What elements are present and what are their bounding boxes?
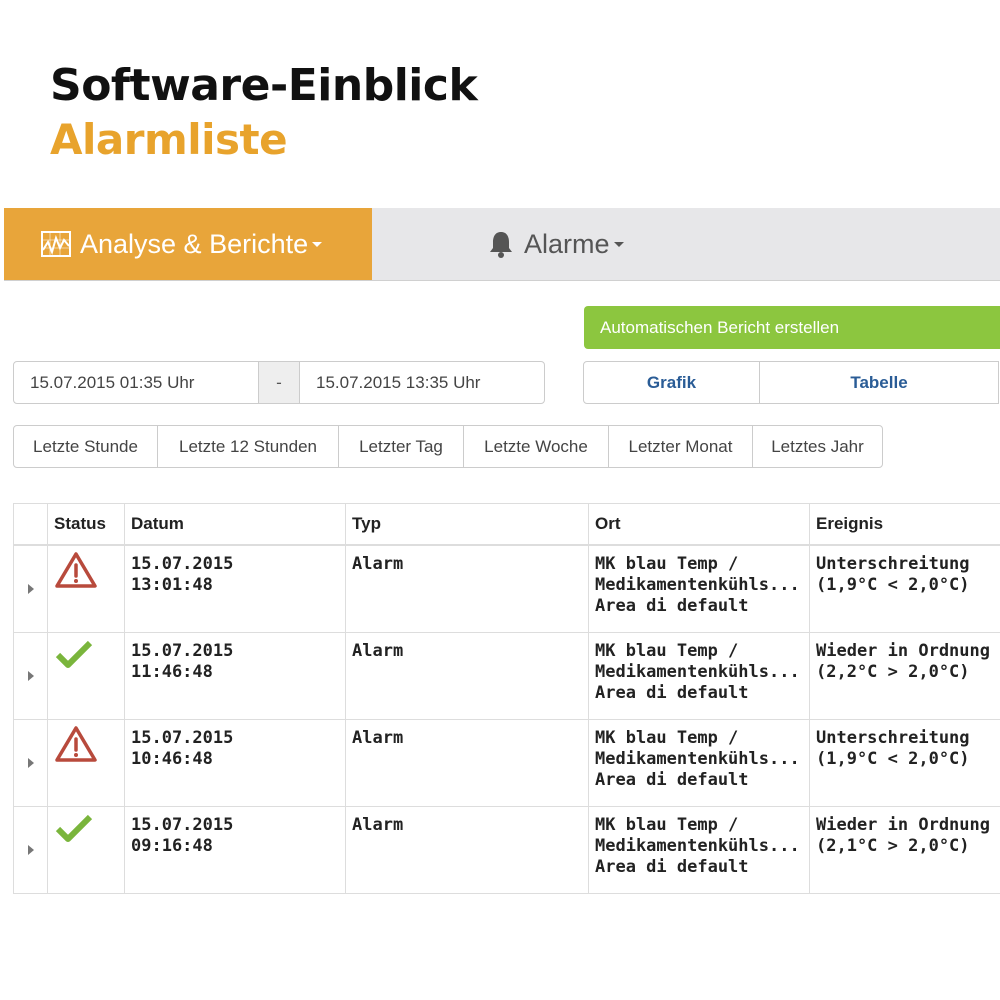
location-cell: MK blau Temp / Medikamentenkühls... Area d… — [588, 719, 810, 807]
page-heading: Software-Einblick Alarmliste — [50, 58, 478, 166]
row-ort-line: Medikamentenkühls... — [595, 836, 800, 856]
header-datum[interactable]: Datum — [124, 503, 346, 546]
row-ort-line: MK blau Temp / — [595, 554, 739, 574]
date-cell: 15.07.2015 10:46:48 — [124, 719, 346, 807]
row-time: 13:01:48 — [131, 575, 213, 595]
chevron-down-icon — [312, 241, 323, 247]
row-event: Unterschreitung — [816, 728, 970, 748]
range-letzte-stunde[interactable]: Letzte Stunde — [13, 425, 158, 468]
location-cell: MK blau Temp / Medikamentenkühls... Area d… — [588, 632, 810, 720]
checkmark-icon — [55, 640, 93, 668]
table-row[interactable]: 15.07.2015 09:16:48 Alarm MK blau Temp / M… — [13, 806, 1000, 894]
tab-grafik[interactable]: Grafik — [583, 361, 760, 404]
caret-right-icon[interactable] — [27, 670, 34, 681]
warning-icon — [55, 552, 97, 588]
range-letzter-monat[interactable]: Letzter Monat — [608, 425, 753, 468]
date-cell: 15.07.2015 09:16:48 — [124, 806, 346, 894]
chevron-down-icon — [613, 241, 624, 247]
create-report-button[interactable]: Automatischen Bericht erstellen — [584, 306, 1000, 349]
row-date: 15.07.2015 — [131, 815, 234, 835]
row-event: Unterschreitung — [816, 554, 970, 574]
top-navbar: Analyse & Berichte Alarme — [4, 208, 1000, 281]
row-expand[interactable] — [13, 806, 48, 894]
row-expand[interactable] — [13, 719, 48, 807]
range-letzte-woche[interactable]: Letzte Woche — [463, 425, 609, 468]
date-to-input[interactable]: 15.07.2015 13:35 Uhr — [299, 361, 545, 404]
table-row[interactable]: 15.07.2015 11:46:48 Alarm MK blau Temp / M… — [13, 632, 1000, 720]
header-ereignis[interactable]: Ereignis — [809, 503, 1000, 546]
warning-icon — [55, 726, 97, 762]
range-letzter-tag[interactable]: Letzter Tag — [338, 425, 464, 468]
row-ort-line: Medikamentenkühls... — [595, 749, 800, 769]
event-cell: Unterschreitung (1,9°C < 2,0°C) — [809, 719, 1000, 807]
event-cell: Wieder in Ordnung (2,1°C > 2,0°C) — [809, 806, 1000, 894]
caret-right-icon[interactable] — [27, 757, 34, 768]
type-cell: Alarm — [345, 545, 589, 633]
date-range: 15.07.2015 01:35 Uhr - 15.07.2015 13:35 … — [13, 361, 545, 404]
row-ort-line: MK blau Temp / — [595, 641, 739, 661]
row-expand[interactable] — [13, 632, 48, 720]
row-event: Wieder in Ordnung — [816, 815, 990, 835]
range-letzte-12-stunden[interactable]: Letzte 12 Stunden — [157, 425, 339, 468]
row-ort-line: Medikamentenkühls... — [595, 575, 800, 595]
table-header-row: Status Datum Typ Ort Ereignis — [13, 503, 1000, 546]
page-title: Software-Einblick — [50, 60, 478, 111]
row-ort-line: Area di default — [595, 683, 749, 703]
row-ort-line: Medikamentenkühls... — [595, 662, 800, 682]
row-date: 15.07.2015 — [131, 554, 234, 574]
row-time: 09:16:48 — [131, 836, 213, 856]
date-separator: - — [259, 361, 299, 404]
row-ort-line: Area di default — [595, 857, 749, 877]
type-cell: Alarm — [345, 719, 589, 807]
checkmark-icon — [55, 814, 93, 842]
status-cell — [47, 632, 125, 720]
alarm-table: Status Datum Typ Ort Ereignis 15.07.2015… — [13, 503, 1000, 894]
date-from-input[interactable]: 15.07.2015 01:35 Uhr — [13, 361, 259, 404]
row-event-detail: (1,9°C < 2,0°C) — [816, 749, 970, 769]
type-cell: Alarm — [345, 632, 589, 720]
header-expand — [13, 503, 48, 546]
status-cell — [47, 719, 125, 807]
nav-analyse-label: Analyse & Berichte — [80, 228, 309, 259]
row-date: 15.07.2015 — [131, 641, 234, 661]
caret-right-icon[interactable] — [27, 844, 34, 855]
row-event-detail: (1,9°C < 2,0°C) — [816, 575, 970, 595]
page-subtitle: Alarmliste — [50, 115, 288, 164]
location-cell: MK blau Temp / Medikamentenkühls... Area d… — [588, 545, 810, 633]
table-row[interactable]: 15.07.2015 10:46:48 Alarm MK blau Temp / M… — [13, 719, 1000, 807]
header-ort[interactable]: Ort — [588, 503, 810, 546]
range-letztes-jahr[interactable]: Letztes Jahr — [752, 425, 883, 468]
table-row[interactable]: 15.07.2015 13:01:48 Alarm MK blau Temp / M… — [13, 545, 1000, 633]
row-event-detail: (2,2°C > 2,0°C) — [816, 662, 970, 682]
row-event: Wieder in Ordnung — [816, 641, 990, 661]
row-ort-line: Area di default — [595, 770, 749, 790]
row-ort-line: Area di default — [595, 596, 749, 616]
bell-icon — [490, 232, 512, 258]
row-time: 11:46:48 — [131, 662, 213, 682]
row-ort-line: MK blau Temp / — [595, 728, 739, 748]
event-cell: Unterschreitung (1,9°C < 2,0°C) — [809, 545, 1000, 633]
status-cell — [47, 806, 125, 894]
row-date: 15.07.2015 — [131, 728, 234, 748]
event-cell: Wieder in Ordnung (2,2°C > 2,0°C) — [809, 632, 1000, 720]
type-cell: Alarm — [345, 806, 589, 894]
time-range-buttons: Letzte Stunde Letzte 12 Stunden Letzter … — [13, 425, 883, 468]
row-expand[interactable] — [13, 545, 48, 633]
nav-analyse-berichte[interactable]: Analyse & Berichte — [4, 208, 372, 280]
view-toggle: Grafik Tabelle — [583, 361, 999, 404]
status-cell — [47, 545, 125, 633]
row-time: 10:46:48 — [131, 749, 213, 769]
header-typ[interactable]: Typ — [345, 503, 589, 546]
tab-tabelle[interactable]: Tabelle — [759, 361, 999, 404]
row-ort-line: MK blau Temp / — [595, 815, 739, 835]
caret-right-icon[interactable] — [27, 583, 34, 594]
location-cell: MK blau Temp / Medikamentenkühls... Area d… — [588, 806, 810, 894]
chart-icon — [41, 231, 71, 257]
date-cell: 15.07.2015 13:01:48 — [124, 545, 346, 633]
header-status[interactable]: Status — [47, 503, 125, 546]
nav-alarme-label: Alarme — [524, 228, 610, 259]
row-event-detail: (2,1°C > 2,0°C) — [816, 836, 970, 856]
date-cell: 15.07.2015 11:46:48 — [124, 632, 346, 720]
nav-alarme[interactable]: Alarme — [486, 208, 624, 280]
